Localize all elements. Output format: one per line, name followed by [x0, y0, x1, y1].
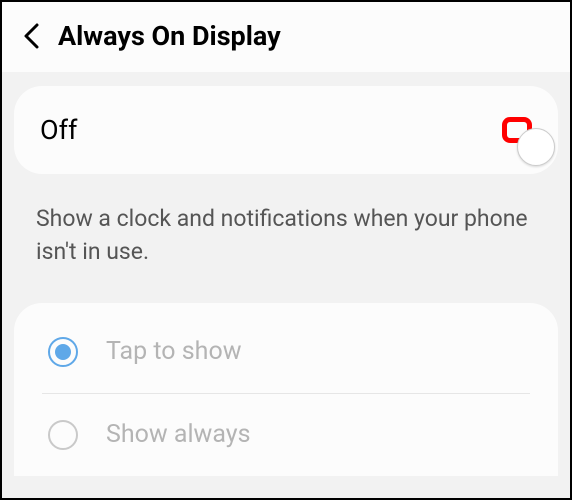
- radio-icon: [48, 337, 78, 367]
- page-title: Always On Display: [58, 20, 281, 52]
- back-icon[interactable]: [22, 22, 40, 50]
- toggle-highlight: [502, 117, 532, 143]
- toggle-state-label: Off: [40, 114, 77, 146]
- header: Always On Display: [2, 2, 570, 72]
- option-label: Show always: [106, 420, 250, 449]
- toggle-knob: [517, 128, 555, 166]
- feature-description: Show a clock and notifications when your…: [2, 174, 570, 303]
- options-card: Tap to show Show always: [14, 303, 558, 476]
- option-show-always[interactable]: Show always: [42, 394, 530, 476]
- radio-icon: [48, 420, 78, 450]
- option-tap-to-show[interactable]: Tap to show: [42, 311, 530, 394]
- option-label: Tap to show: [106, 337, 242, 366]
- master-toggle-card: Off: [14, 86, 558, 174]
